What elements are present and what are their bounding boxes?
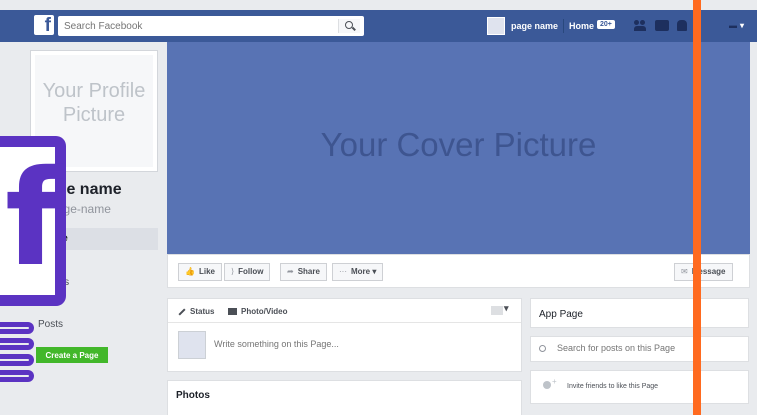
like-button[interactable]: 👍 Like [178, 263, 222, 281]
photos-section: Photos [167, 380, 522, 415]
invite-friends-box[interactable]: Invite friends to like this Page [530, 370, 749, 404]
invite-friends-text: Invite friends to like this Page [567, 383, 659, 390]
rss-icon: ⟩ [231, 267, 235, 276]
orange-divider-bar [693, 0, 701, 415]
follow-label: Follow [238, 267, 264, 276]
post-search-input[interactable] [557, 343, 743, 353]
search-icon [539, 345, 546, 352]
app-page-box[interactable]: App Page [530, 298, 749, 328]
more-button[interactable]: ··· More ▾ [332, 263, 384, 281]
composer-menu-icon[interactable] [491, 303, 509, 315]
more-label: More ▾ [351, 267, 377, 276]
thumbs-up-icon: 👍 [185, 267, 195, 276]
composer-tabs: Status Photo/Video [168, 299, 521, 323]
pencil-icon [178, 308, 186, 316]
post-composer: Status Photo/Video [167, 298, 522, 372]
tab-photo-video-label: Photo/Video [241, 307, 288, 316]
photos-title[interactable]: Photos [176, 390, 210, 401]
message-button[interactable]: ✉ Message [674, 263, 733, 281]
search-box [58, 16, 364, 37]
home-count-badge: 20+ [597, 20, 615, 29]
invite-friend-icon [543, 377, 557, 389]
avatar [178, 331, 206, 359]
tab-photo-video[interactable]: Photo/Video [228, 307, 288, 316]
message-icon: ✉ [681, 267, 688, 276]
facebook-logo-icon: f [0, 136, 66, 306]
cover-photo[interactable]: Your Cover Picture [167, 42, 750, 254]
ellipsis-icon: ··· [339, 267, 347, 276]
search-icon[interactable] [338, 19, 360, 33]
share-arrow-icon: ➦ [287, 267, 294, 276]
page-action-bar: 👍 Like ⟩ Follow ➦ Share ··· More ▾ ✉ Message [167, 254, 750, 288]
messages-icon[interactable] [655, 20, 669, 31]
top-bar: f page name Home 20+ ▬▾ [0, 10, 757, 42]
sidebar-item-posts[interactable]: Posts [38, 319, 63, 330]
search-input[interactable] [58, 16, 338, 37]
tab-status-label: Status [190, 307, 215, 316]
post-search-box [530, 336, 749, 362]
cover-placeholder-text: Your Cover Picture [320, 126, 597, 163]
f-glyph-icon: f [5, 142, 63, 296]
follow-button[interactable]: ⟩ Follow [224, 263, 271, 281]
app-page-title: App Page [539, 309, 583, 320]
friend-requests-icon[interactable] [634, 20, 648, 32]
nav-divider [563, 19, 564, 33]
create-page-button[interactable]: Create a Page [36, 347, 108, 363]
post-input[interactable] [214, 339, 494, 349]
account-menu-icon[interactable]: ▬ ▾ [729, 21, 744, 30]
facebook-logo[interactable]: f [34, 15, 54, 36]
nav-page-name[interactable]: page name [511, 21, 558, 31]
like-label: Like [198, 267, 215, 276]
page: f page name Home 20+ ▬▾ Your Cover Pictu… [0, 0, 757, 415]
avatar[interactable] [487, 17, 505, 35]
nav-home-link[interactable]: Home [569, 21, 594, 31]
share-button[interactable]: ➦ Share [280, 263, 327, 281]
photo-icon [228, 308, 237, 316]
notifications-icon[interactable] [677, 20, 687, 31]
share-label: Share [297, 267, 320, 276]
tab-status[interactable]: Status [178, 307, 214, 316]
coil-icon [0, 322, 34, 402]
